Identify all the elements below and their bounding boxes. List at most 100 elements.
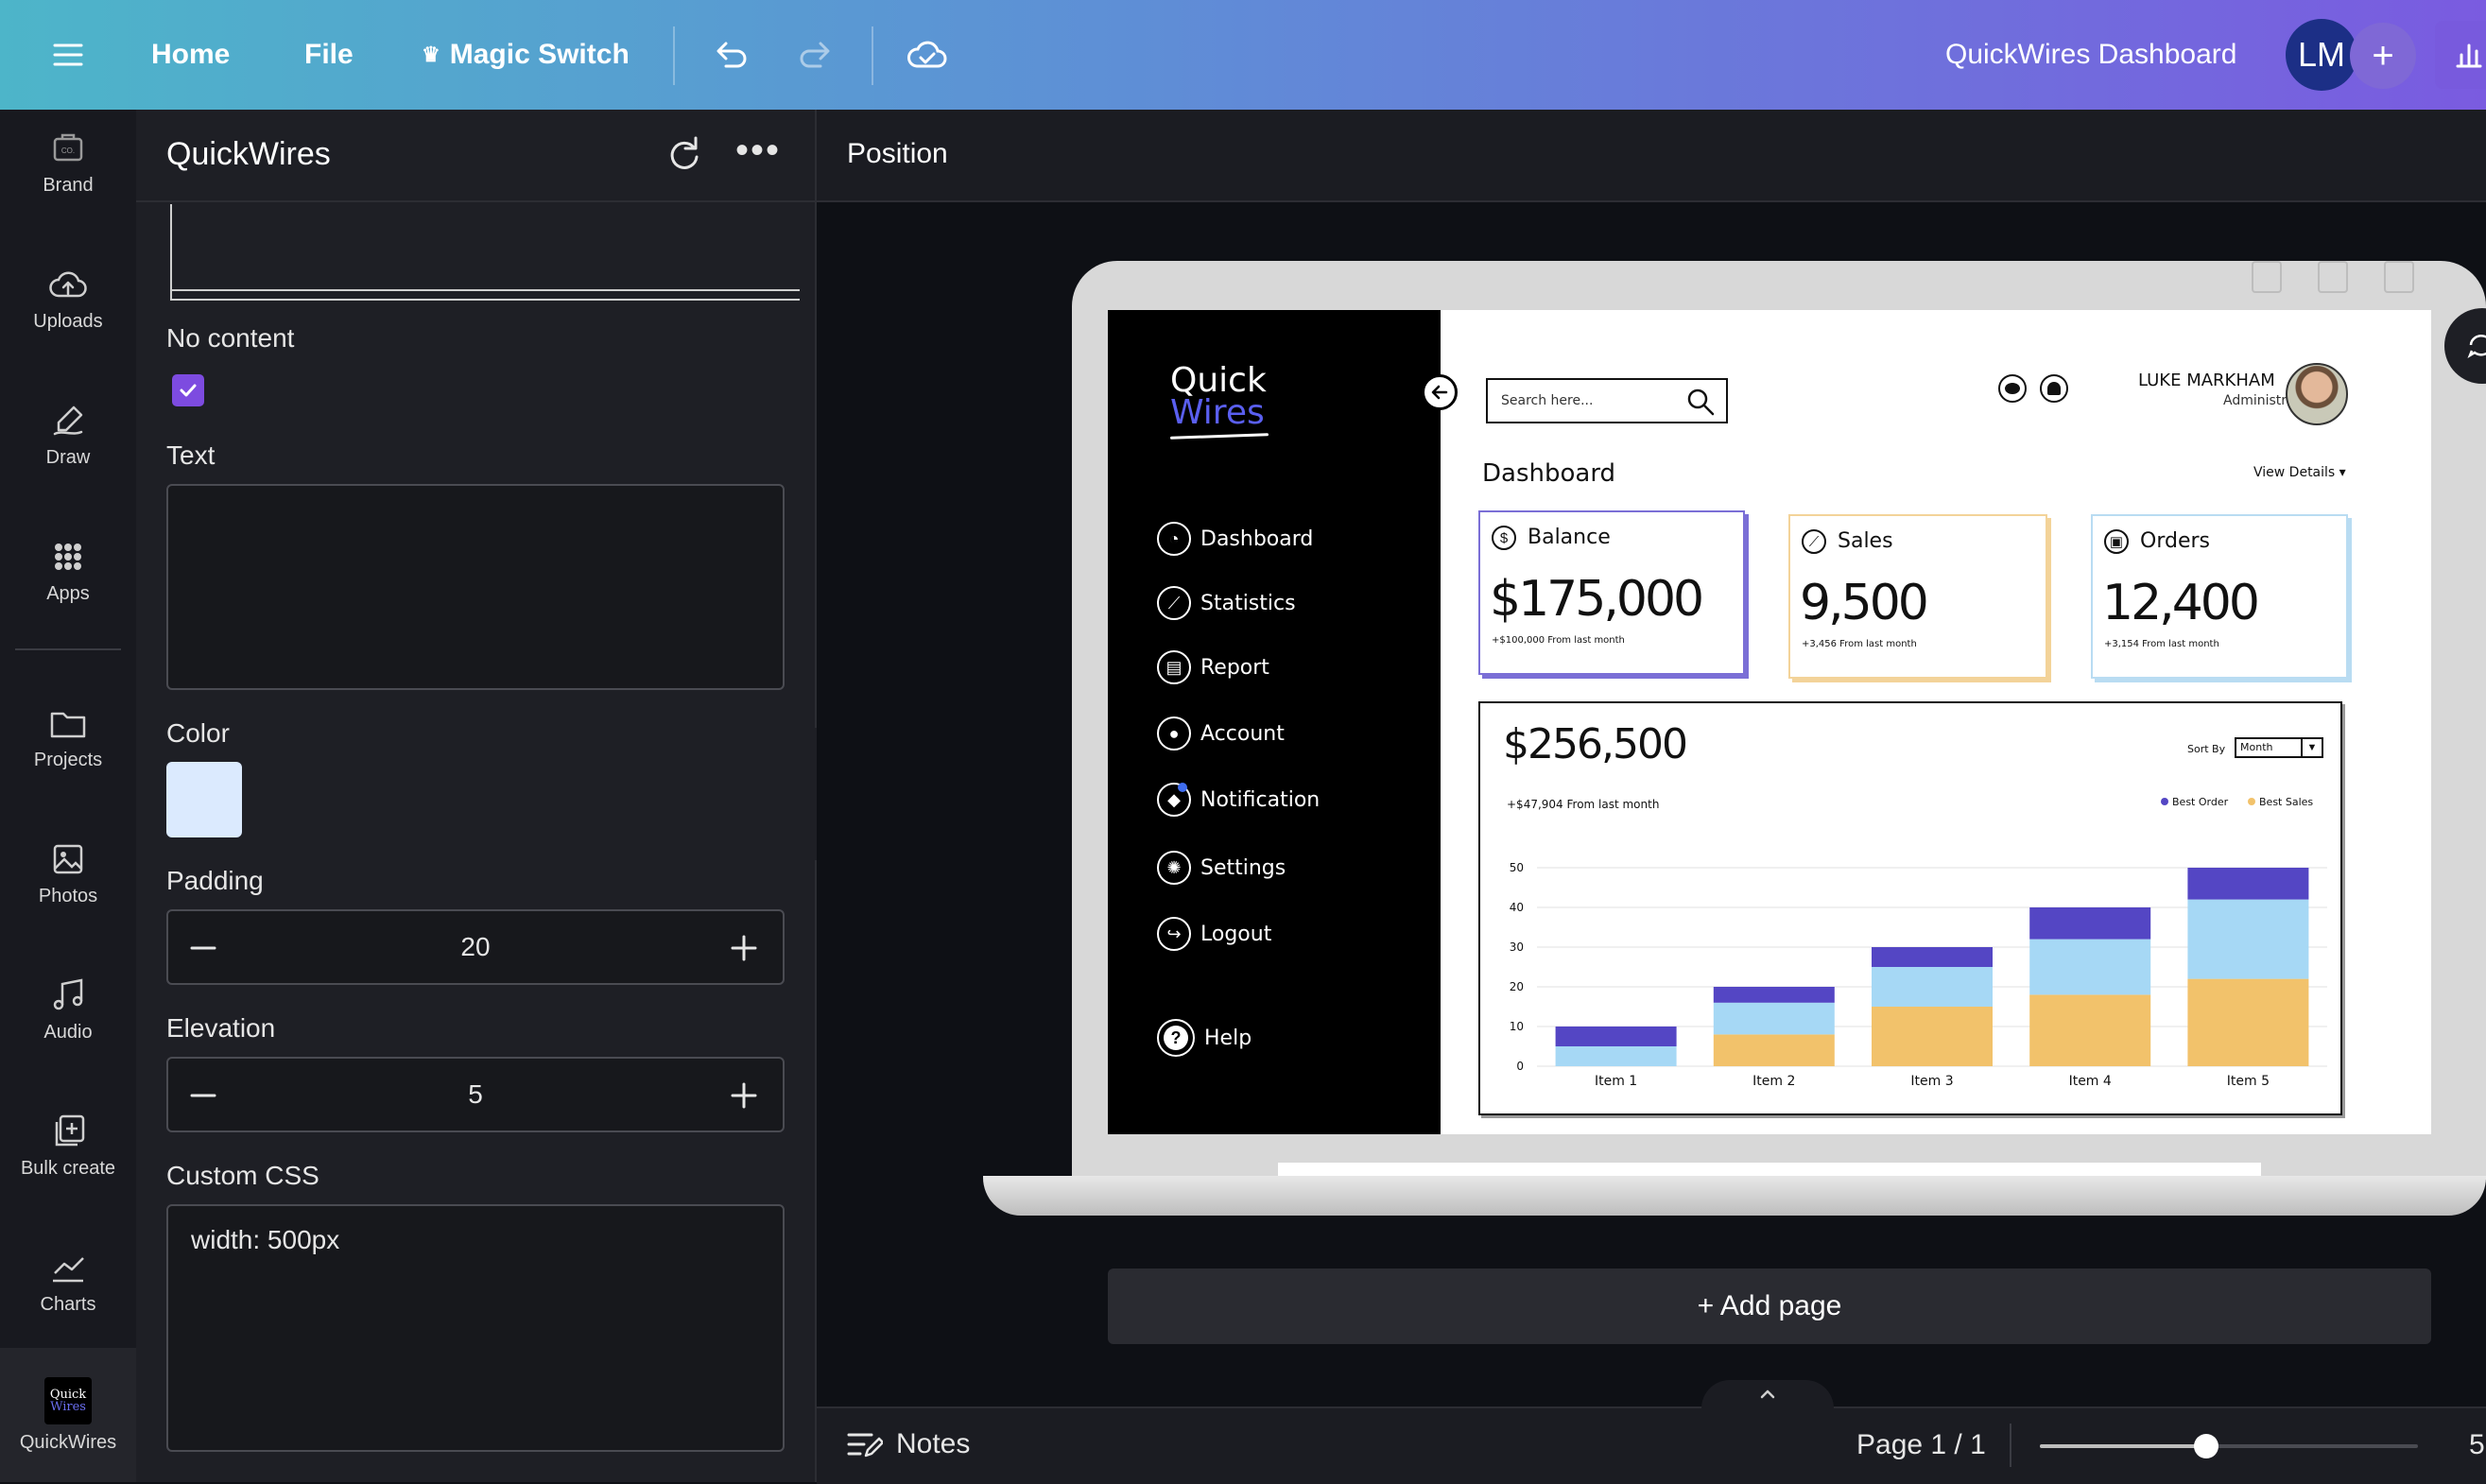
increment-button[interactable] bbox=[728, 1079, 760, 1112]
back-arrow-icon[interactable] bbox=[1422, 374, 1458, 410]
divider bbox=[872, 26, 873, 85]
rail-audio[interactable]: Audio bbox=[0, 953, 136, 1066]
notes-button[interactable]: Notes bbox=[845, 1427, 970, 1461]
lock-icon[interactable] bbox=[2252, 261, 2282, 293]
rail-label: Apps bbox=[46, 582, 90, 604]
page-indicator[interactable]: Page 1 / 1 bbox=[1856, 1429, 1986, 1461]
zoom-slider-thumb[interactable] bbox=[2194, 1434, 2218, 1458]
rail-bulk-create[interactable]: Bulk create bbox=[0, 1089, 136, 1202]
nav-item-report[interactable]: ▤ Report bbox=[1157, 650, 1269, 684]
nav-label: Settings bbox=[1200, 855, 1286, 880]
dashboard-screen[interactable]: Quick Wires ◔ Dashboard ⟋ Statistics ▤ Report… bbox=[1108, 310, 2431, 1134]
logo-text: Quick bbox=[1170, 361, 1267, 400]
position-title: Position bbox=[847, 138, 948, 169]
bottom-bar: Notes Page 1 / 1 5 bbox=[817, 1380, 2486, 1484]
padding-value[interactable]: 20 bbox=[357, 932, 594, 962]
zoom-level[interactable]: 5 bbox=[2469, 1429, 2485, 1461]
bell-icon[interactable] bbox=[2040, 374, 2068, 403]
more-options-icon[interactable]: ••• bbox=[735, 131, 781, 169]
bar-segment bbox=[1555, 1046, 1677, 1066]
bar-segment bbox=[1872, 967, 1993, 1007]
dashboard-search[interactable]: Search here... bbox=[1486, 378, 1728, 423]
kpi-card-orders[interactable]: ▣ Orders 12,400 +3,154 From last month bbox=[2091, 514, 2348, 679]
rail-label: Draw bbox=[45, 446, 91, 468]
nav-item-help[interactable]: ? Help bbox=[1157, 1019, 1252, 1057]
color-swatch[interactable] bbox=[166, 762, 242, 837]
rail-brand[interactable]: CO. Brand bbox=[0, 106, 136, 219]
rail-charts[interactable]: Charts bbox=[0, 1225, 136, 1338]
kpi-subtext: +3,154 From last month bbox=[2104, 639, 2219, 649]
bar-segment bbox=[1713, 987, 1835, 1003]
draw-icon bbox=[53, 406, 83, 435]
add-collaborator-button[interactable]: + bbox=[2350, 23, 2416, 89]
rail-draw[interactable]: Draw bbox=[0, 378, 136, 492]
photo-icon bbox=[53, 844, 83, 873]
nav-item-account[interactable]: ● Account bbox=[1157, 716, 1285, 751]
increment-button[interactable] bbox=[728, 932, 760, 964]
undo-icon[interactable] bbox=[709, 0, 751, 110]
nav-item-dashboard[interactable]: ◔ Dashboard bbox=[1157, 522, 1313, 556]
nav-item-settings[interactable]: ✺ Settings bbox=[1157, 851, 1286, 885]
duplicate-icon[interactable] bbox=[2318, 261, 2348, 293]
kpi-card-sales[interactable]: ⟋ Sales 9,500 +3,456 From last month bbox=[1788, 514, 2047, 679]
redo-icon[interactable] bbox=[796, 0, 837, 110]
nav-label: Logout bbox=[1200, 922, 1272, 946]
bar-chart-icon bbox=[2456, 43, 2482, 68]
home-menu[interactable]: Home bbox=[151, 0, 230, 110]
nav-item-notification[interactable]: ◆ Notification bbox=[1157, 783, 1320, 817]
no-content-checkbox[interactable] bbox=[172, 374, 204, 406]
legend-marker bbox=[2248, 798, 2255, 805]
nav-item-logout[interactable]: ↪ Logout bbox=[1157, 917, 1271, 951]
menu-icon[interactable] bbox=[49, 0, 87, 110]
preview-fragment bbox=[170, 204, 800, 301]
bar-segment bbox=[2187, 899, 2309, 979]
folder-icon bbox=[50, 712, 86, 737]
design-title[interactable]: QuickWires Dashboard bbox=[1945, 0, 2236, 110]
view-details-link[interactable]: View Details ▾ bbox=[2253, 465, 2346, 480]
dashboard-heading: Dashboard bbox=[1482, 459, 1616, 488]
rail-label: Brand bbox=[43, 174, 94, 196]
zoom-slider[interactable] bbox=[2040, 1434, 2418, 1458]
rail-quickwires[interactable]: Quick Wires QuickWires bbox=[0, 1348, 136, 1482]
cloud-saved-icon[interactable] bbox=[904, 0, 949, 110]
rail-apps[interactable]: Apps bbox=[0, 514, 136, 628]
chat-icon[interactable] bbox=[1998, 374, 2027, 403]
dashboard-sidebar: Quick Wires ◔ Dashboard ⟋ Statistics ▤ Report… bbox=[1108, 310, 1441, 1134]
elevation-value[interactable]: 5 bbox=[357, 1079, 594, 1110]
expand-tab[interactable] bbox=[1701, 1380, 1834, 1408]
plus-icon: + bbox=[2372, 35, 2394, 77]
user-name: LUKE MARKHAM bbox=[2138, 371, 2275, 390]
add-page-button[interactable]: + Add page bbox=[1108, 1268, 2431, 1344]
kpi-card-balance[interactable]: $ Balance $175,000 +$100,000 From last mont… bbox=[1478, 510, 1745, 675]
text-field[interactable] bbox=[166, 484, 785, 690]
user-avatar[interactable]: LM bbox=[2286, 19, 2357, 91]
left-rail: CO. Brand Uploads Draw Apps Projects Pho… bbox=[0, 110, 136, 1482]
dashboard-logo: Quick Wires bbox=[1169, 361, 1269, 440]
plus-icon bbox=[731, 1082, 757, 1109]
decrement-button[interactable] bbox=[187, 1079, 219, 1112]
chart-card: $256,500 +$47,904 From last month Sort B… bbox=[1478, 701, 2342, 1115]
comment-icon bbox=[2467, 335, 2486, 358]
user-avatar-photo[interactable] bbox=[2286, 363, 2348, 425]
nav-item-statistics[interactable]: ⟋ Statistics bbox=[1157, 586, 1296, 620]
rail-divider bbox=[15, 648, 121, 650]
minus-icon bbox=[190, 1094, 216, 1097]
report-icon: ▤ bbox=[1157, 650, 1191, 684]
legend-marker bbox=[2161, 798, 2168, 805]
custom-css-field[interactable]: width: 500px bbox=[166, 1204, 785, 1452]
rail-label: Charts bbox=[40, 1293, 96, 1315]
magic-switch-button[interactable]: ♛ Magic Switch bbox=[422, 0, 630, 110]
insights-button[interactable] bbox=[2435, 21, 2486, 89]
svg-text:CO.: CO. bbox=[61, 147, 75, 155]
add-page-icon[interactable] bbox=[2384, 261, 2414, 293]
decrement-button[interactable] bbox=[187, 932, 219, 964]
rail-uploads[interactable]: Uploads bbox=[0, 242, 136, 355]
notes-icon bbox=[847, 1433, 883, 1458]
rail-photos[interactable]: Photos bbox=[0, 817, 136, 930]
bar-segment bbox=[1872, 1007, 1993, 1066]
rail-projects[interactable]: Projects bbox=[0, 681, 136, 794]
color-label: Color bbox=[166, 718, 230, 748]
laptop-notch bbox=[1278, 1163, 2261, 1176]
file-menu[interactable]: File bbox=[304, 0, 354, 110]
refresh-icon[interactable] bbox=[662, 132, 705, 181]
